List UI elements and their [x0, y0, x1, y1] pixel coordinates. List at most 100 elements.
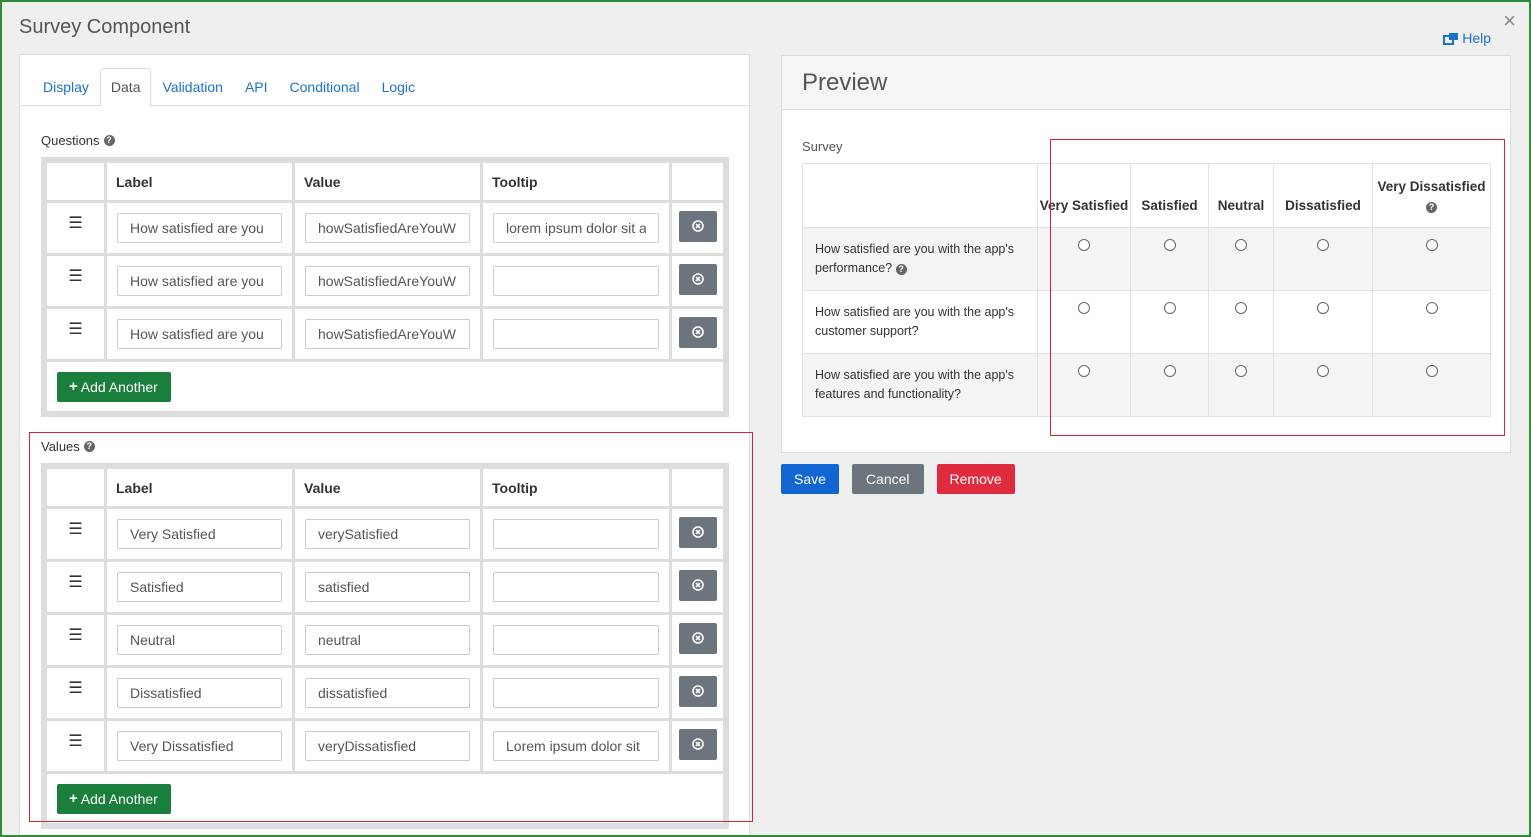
- table-row: ☰: [44, 253, 726, 309]
- value-label-input[interactable]: [117, 678, 282, 708]
- save-button[interactable]: Save: [781, 464, 839, 494]
- survey-column-header: Neutral: [1208, 163, 1274, 228]
- value-label-input[interactable]: [117, 731, 282, 761]
- question-label-input[interactable]: [117, 213, 282, 243]
- survey-radio[interactable]: [1425, 239, 1438, 251]
- actions-header: [669, 466, 726, 509]
- value-tooltip-input[interactable]: [493, 678, 659, 708]
- drag-header: [44, 466, 107, 509]
- value-tooltip-input[interactable]: [493, 519, 659, 549]
- tab-data[interactable]: Data: [99, 68, 152, 107]
- table-row: ☰: [44, 506, 726, 562]
- survey-component-dialog: Survey Component × Help Display Data Val…: [0, 0, 1531, 837]
- dialog-title: Survey Component: [19, 16, 191, 38]
- cancel-button[interactable]: Cancel: [851, 464, 924, 494]
- question-value-input[interactable]: [305, 213, 470, 243]
- tab-validation[interactable]: Validation: [151, 68, 233, 106]
- question-label-input[interactable]: [117, 319, 282, 349]
- values-grid: Label Value Tooltip ☰ ☰: [41, 463, 729, 829]
- remove-row-button[interactable]: [678, 211, 717, 242]
- question-circle-icon[interactable]: ?: [83, 441, 95, 452]
- survey-row: How satisfied are you with the app's per…: [802, 227, 1491, 291]
- questions-grid: Label Value Tooltip ☰ ☰: [41, 157, 729, 417]
- drag-handle-icon[interactable]: ☰: [44, 612, 107, 668]
- question-tooltip-input[interactable]: [493, 213, 659, 243]
- value-value-input[interactable]: [305, 519, 470, 549]
- help-link[interactable]: Help: [1443, 30, 1491, 46]
- add-question-button[interactable]: + Add Another: [57, 371, 171, 402]
- survey-column-header: Very Satisfied: [1037, 163, 1131, 228]
- survey-radio[interactable]: [1425, 365, 1438, 377]
- survey-radio[interactable]: [1235, 302, 1247, 314]
- value-header: Value: [292, 466, 483, 509]
- drag-handle-icon[interactable]: ☰: [44, 718, 107, 774]
- survey-column-header: Dissatisfied: [1273, 163, 1373, 228]
- settings-tabs: Display Data Validation API Conditional …: [20, 68, 749, 107]
- drag-handle-icon[interactable]: ☰: [44, 506, 107, 562]
- question-label-input[interactable]: [117, 266, 282, 296]
- remove-row-button[interactable]: [678, 729, 717, 760]
- survey-radio[interactable]: [1163, 302, 1176, 314]
- value-tooltip-input[interactable]: [493, 731, 659, 761]
- preview-heading: Preview: [782, 56, 1510, 110]
- add-value-label: Add Another: [80, 790, 158, 807]
- survey-radio[interactable]: [1163, 365, 1176, 377]
- survey-radio[interactable]: [1078, 365, 1090, 377]
- questions-heading: Questions ?: [41, 133, 115, 148]
- remove-row-button[interactable]: [678, 317, 717, 348]
- question-value-input[interactable]: [305, 319, 470, 349]
- tab-logic[interactable]: Logic: [371, 68, 426, 106]
- survey-question-text: How satisfied are you with the app's per…: [815, 242, 1015, 275]
- survey-preview-table: Very Satisfied Satisfied Neutral Dissati…: [802, 163, 1491, 417]
- survey-radio[interactable]: [1317, 365, 1329, 377]
- survey-radio[interactable]: [1078, 302, 1090, 314]
- question-tooltip-input[interactable]: [493, 266, 659, 296]
- survey-radio[interactable]: [1235, 365, 1247, 377]
- values-heading: Values ?: [41, 439, 95, 454]
- remove-row-button[interactable]: [678, 570, 717, 601]
- remove-row-button[interactable]: [678, 623, 717, 654]
- value-value-input[interactable]: [305, 731, 470, 761]
- drag-handle-icon[interactable]: ☰: [44, 559, 107, 615]
- survey-radio[interactable]: [1235, 239, 1247, 251]
- question-circle-icon[interactable]: ?: [895, 264, 907, 275]
- value-label-input[interactable]: [117, 572, 282, 602]
- tab-conditional[interactable]: Conditional: [279, 68, 371, 106]
- table-row: ☰: [44, 306, 726, 362]
- survey-radio[interactable]: [1317, 302, 1329, 314]
- external-link-icon: [1443, 32, 1459, 45]
- survey-radio[interactable]: [1425, 302, 1438, 314]
- value-value-input[interactable]: [305, 572, 470, 602]
- remove-row-button[interactable]: [678, 264, 717, 295]
- value-value-input[interactable]: [305, 625, 470, 655]
- survey-label: Survey: [802, 139, 843, 154]
- question-circle-icon[interactable]: ?: [103, 135, 115, 146]
- value-tooltip-input[interactable]: [493, 572, 659, 602]
- value-value-input[interactable]: [305, 678, 470, 708]
- remove-row-button[interactable]: [678, 676, 717, 707]
- drag-handle-icon[interactable]: ☰: [44, 306, 107, 362]
- survey-radio[interactable]: [1163, 239, 1176, 251]
- tooltip-header: Tooltip: [480, 466, 672, 509]
- question-circle-icon[interactable]: ?: [1426, 202, 1437, 213]
- remove-circle-icon: [691, 273, 704, 285]
- dialog-actions: Save Cancel Remove: [781, 464, 1015, 494]
- drag-handle-icon[interactable]: ☰: [44, 665, 107, 721]
- close-icon[interactable]: ×: [1503, 10, 1516, 32]
- remove-row-button[interactable]: [678, 517, 717, 548]
- drag-handle-icon[interactable]: ☰: [44, 253, 107, 309]
- value-label-input[interactable]: [117, 519, 282, 549]
- value-tooltip-input[interactable]: [493, 625, 659, 655]
- question-tooltip-input[interactable]: [493, 319, 659, 349]
- tab-display[interactable]: Display: [32, 68, 100, 106]
- add-value-button[interactable]: + Add Another: [57, 783, 171, 814]
- remove-circle-icon: [691, 526, 704, 538]
- survey-radio[interactable]: [1317, 239, 1329, 251]
- drag-handle-icon[interactable]: ☰: [44, 200, 107, 256]
- remove-button[interactable]: Remove: [936, 464, 1015, 494]
- tab-api[interactable]: API: [234, 68, 279, 106]
- question-value-input[interactable]: [305, 266, 470, 296]
- survey-radio[interactable]: [1078, 239, 1090, 251]
- value-label-input[interactable]: [117, 625, 282, 655]
- remove-circle-icon: [691, 579, 704, 591]
